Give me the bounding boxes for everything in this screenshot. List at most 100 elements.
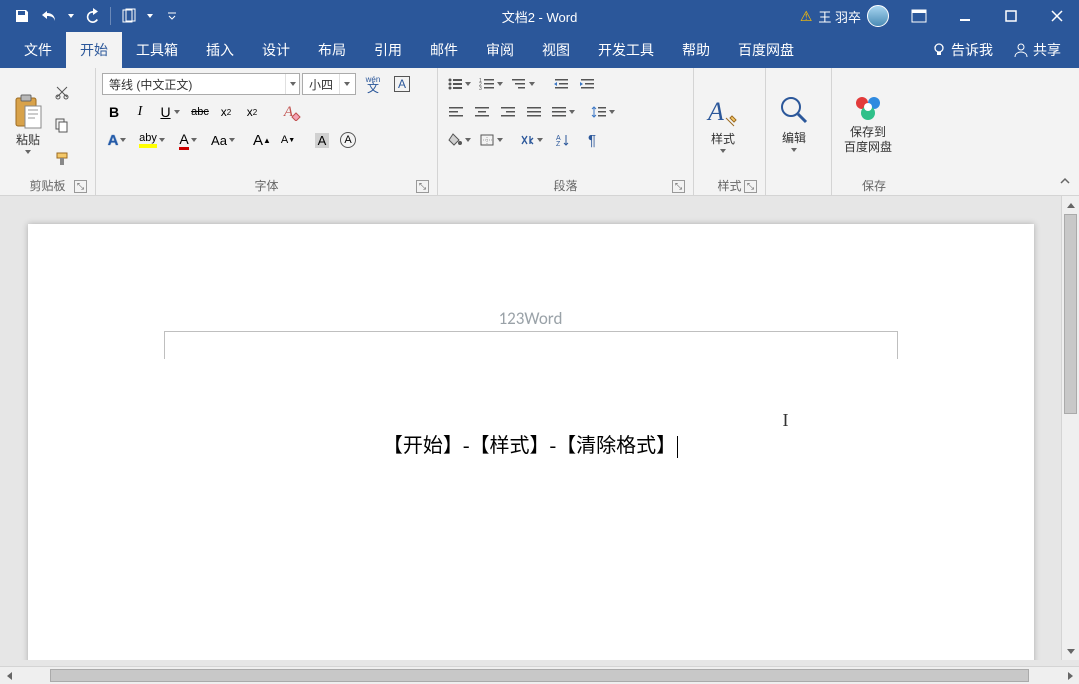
document-area: 123Word 【开始】-【样式】-【清除格式】 I: [0, 196, 1079, 660]
person-icon: [1013, 42, 1029, 58]
styles-launcher[interactable]: ⤡: [744, 180, 757, 193]
tab-insert[interactable]: 插入: [192, 32, 248, 68]
font-name-dropdown-icon[interactable]: [285, 74, 299, 94]
asian-layout-button[interactable]: [516, 128, 546, 152]
tab-help[interactable]: 帮助: [668, 32, 724, 68]
editing-button[interactable]: 编辑: [772, 72, 816, 175]
scroll-down-icon[interactable]: [1062, 642, 1079, 660]
distribute-button[interactable]: [548, 100, 578, 124]
scroll-up-icon[interactable]: [1062, 196, 1079, 214]
italic-button[interactable]: I: [128, 100, 152, 124]
tab-references[interactable]: 引用: [360, 32, 416, 68]
tell-me[interactable]: 告诉我: [921, 32, 1003, 68]
tab-review[interactable]: 审阅: [472, 32, 528, 68]
bold-button[interactable]: B: [102, 100, 126, 124]
paragraph-launcher[interactable]: ⤡: [672, 180, 685, 193]
phonetic-guide-icon[interactable]: wén 文: [358, 72, 388, 96]
tab-view[interactable]: 视图: [528, 32, 584, 68]
paragraph-group-label: 段落: [553, 177, 577, 194]
horizontal-scrollbar[interactable]: [0, 666, 1079, 684]
text-cursor: [677, 436, 678, 458]
scroll-left-icon[interactable]: [0, 667, 18, 684]
highlight-button[interactable]: aby: [134, 128, 170, 152]
borders-button[interactable]: [476, 128, 506, 152]
char-shading-button[interactable]: A: [310, 128, 334, 152]
enclose-char-button[interactable]: A: [336, 128, 360, 152]
strikethrough-button[interactable]: abc: [188, 100, 212, 124]
close-icon[interactable]: [1035, 0, 1079, 32]
multilevel-list-button[interactable]: [508, 72, 538, 96]
header-area[interactable]: 123Word: [164, 308, 898, 338]
justify-button[interactable]: [522, 100, 546, 124]
underline-button[interactable]: U: [154, 100, 186, 124]
font-launcher[interactable]: ⤡: [416, 180, 429, 193]
share-button[interactable]: 共享: [1003, 32, 1071, 68]
collapse-ribbon-icon[interactable]: [1055, 171, 1075, 191]
cut-icon[interactable]: [50, 80, 74, 104]
undo-icon[interactable]: [36, 2, 64, 30]
tell-me-label: 告诉我: [951, 40, 993, 60]
subscript-button[interactable]: x2: [214, 100, 238, 124]
tab-mailings[interactable]: 邮件: [416, 32, 472, 68]
ribbon-options-icon[interactable]: [897, 0, 941, 32]
font-size-dropdown-icon[interactable]: [339, 74, 353, 94]
grow-font-button[interactable]: A▲: [250, 128, 274, 152]
scroll-right-icon[interactable]: [1061, 667, 1079, 684]
header-text: 123Word: [164, 308, 898, 329]
format-painter-icon[interactable]: [50, 147, 74, 171]
body-text[interactable]: 【开始】-【样式】-【清除格式】: [28, 429, 1034, 458]
paste-button[interactable]: 粘贴: [6, 72, 50, 175]
align-center-button[interactable]: [470, 100, 494, 124]
numbering-button[interactable]: 123: [476, 72, 506, 96]
tab-baidu[interactable]: 百度网盘: [724, 32, 808, 68]
undo-dropdown-icon[interactable]: [64, 2, 78, 30]
hscroll-track[interactable]: [18, 667, 1061, 684]
user-account[interactable]: ⚠ 王 羽卒: [800, 5, 889, 27]
tab-design[interactable]: 设计: [248, 32, 304, 68]
avatar: [867, 5, 889, 27]
title-bar: 文档2 - Word ⚠ 王 羽卒: [0, 0, 1079, 32]
vscroll-thumb[interactable]: [1064, 214, 1077, 414]
shading-button[interactable]: [444, 128, 474, 152]
line-spacing-button[interactable]: [588, 100, 618, 124]
increase-indent-button[interactable]: [576, 72, 600, 96]
maximize-icon[interactable]: [989, 0, 1033, 32]
vertical-scrollbar[interactable]: [1061, 196, 1079, 660]
tab-layout[interactable]: 布局: [304, 32, 360, 68]
redo-icon[interactable]: [78, 2, 106, 30]
font-size-combo[interactable]: 小四: [302, 73, 356, 95]
tab-file[interactable]: 文件: [10, 32, 66, 68]
sort-button[interactable]: AZ: [548, 128, 578, 152]
align-left-button[interactable]: [444, 100, 468, 124]
clipboard-launcher[interactable]: ⤡: [74, 180, 87, 193]
clear-formatting-button[interactable]: A: [278, 100, 308, 124]
page[interactable]: 123Word 【开始】-【样式】-【清除格式】 I: [28, 224, 1034, 660]
touch-mode-dropdown-icon[interactable]: [143, 2, 157, 30]
bullets-button[interactable]: [444, 72, 474, 96]
text-effects-button[interactable]: A: [102, 128, 132, 152]
styles-icon: A: [706, 94, 740, 130]
font-color-button[interactable]: A: [172, 128, 204, 152]
copy-icon[interactable]: [50, 113, 74, 137]
clipboard-group-label: 剪贴板: [29, 177, 65, 194]
tab-home[interactable]: 开始: [66, 32, 122, 68]
tab-toolbox[interactable]: 工具箱: [122, 32, 192, 68]
tab-developer[interactable]: 开发工具: [584, 32, 668, 68]
vscroll-track[interactable]: [1062, 214, 1079, 642]
character-border-icon[interactable]: A: [390, 72, 414, 96]
change-case-button[interactable]: Aa: [206, 128, 240, 152]
shrink-font-button[interactable]: A▼: [276, 128, 300, 152]
font-name-combo[interactable]: 等线 (中文正文): [102, 73, 300, 95]
touch-mode-icon[interactable]: [115, 2, 143, 30]
superscript-button[interactable]: x2: [240, 100, 264, 124]
show-marks-button[interactable]: ¶: [580, 128, 604, 152]
align-right-button[interactable]: [496, 100, 520, 124]
styles-button[interactable]: A 样式: [700, 72, 746, 175]
hscroll-thumb[interactable]: [50, 669, 1029, 682]
minimize-icon[interactable]: [943, 0, 987, 32]
qat-customize-icon[interactable]: [157, 2, 187, 30]
save-icon[interactable]: [8, 2, 36, 30]
save-baidu-label-2: 百度网盘: [844, 140, 892, 154]
save-to-baidu-button[interactable]: 保存到 百度网盘: [838, 72, 898, 175]
decrease-indent-button[interactable]: [550, 72, 574, 96]
